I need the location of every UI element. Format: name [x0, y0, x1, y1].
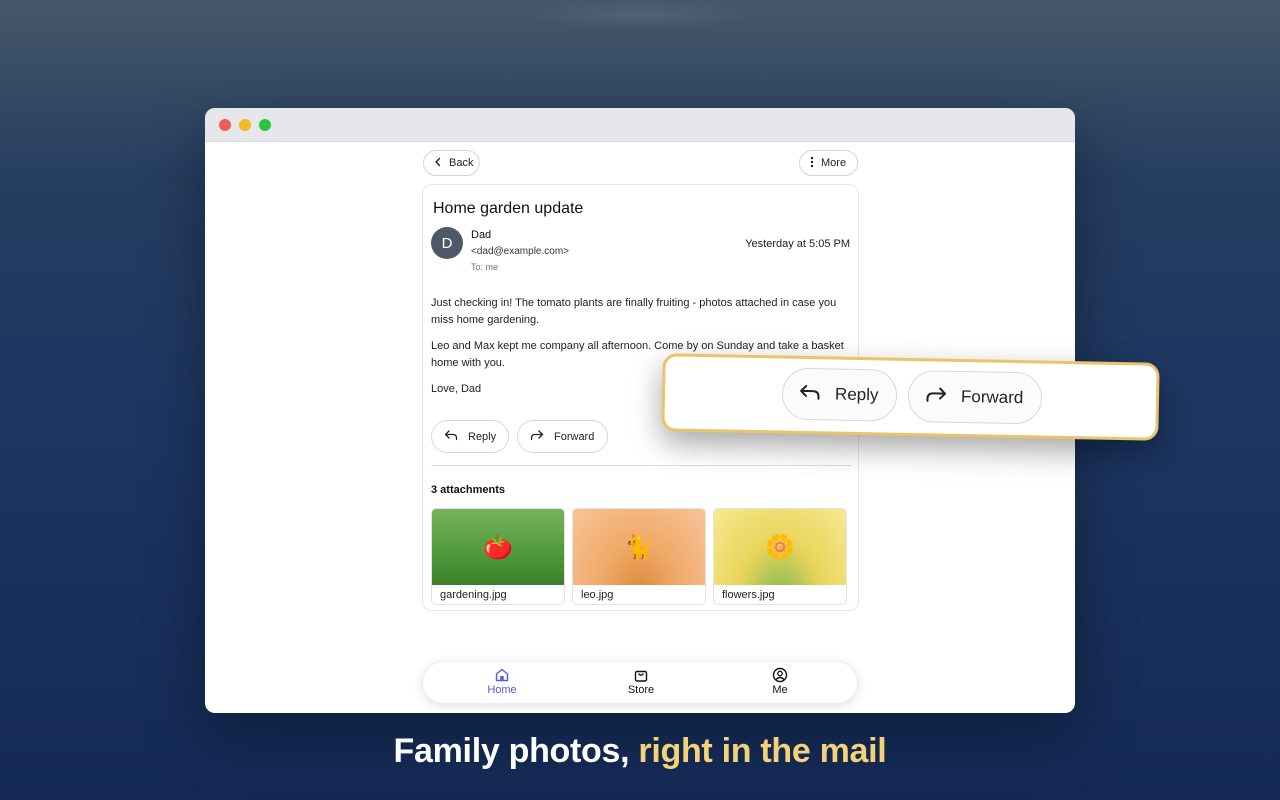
chevron-left-icon	[433, 157, 443, 170]
callout-forward-label: Forward	[960, 386, 1024, 408]
tab-me[interactable]: Me	[740, 666, 820, 696]
user-circle-icon	[772, 666, 788, 684]
back-button[interactable]: Back	[423, 150, 480, 176]
home-icon	[494, 666, 510, 684]
reply-arrow-icon	[799, 382, 821, 405]
title-bar	[205, 108, 1075, 142]
sender-name: Dad	[471, 229, 492, 241]
bottom-tab-bar: Home Store Me	[422, 661, 858, 704]
email-subject: Home garden update	[433, 200, 584, 217]
tab-label: Store	[627, 684, 655, 696]
callout-reply-button[interactable]: Reply	[781, 367, 898, 422]
zoom-window-button[interactable]	[259, 119, 271, 131]
caption-text: Family photos,	[393, 732, 639, 770]
reply-arrow-icon	[444, 429, 458, 444]
more-button[interactable]: More	[799, 150, 858, 176]
background-glow	[520, 0, 760, 30]
shopping-bag-icon	[633, 666, 649, 684]
divider	[431, 465, 851, 466]
more-label: More	[821, 157, 847, 169]
attachment-filename: leo.jpg	[581, 589, 614, 601]
forward-button[interactable]: Forward	[517, 420, 608, 453]
tab-label: Me	[772, 684, 788, 696]
email-paragraph: Just checking in! The tomato plants are …	[431, 297, 837, 326]
caption-highlight: right in the mail	[638, 732, 887, 770]
reply-button[interactable]: Reply	[431, 420, 509, 453]
flower-photo-thumbnail: 🌼	[714, 509, 846, 585]
email-timestamp: Yesterday at 5:05 PM	[745, 238, 850, 250]
attachment-tile[interactable]: 🐈 leo.jpg	[572, 508, 706, 605]
forward-label: Forward	[554, 430, 595, 443]
cat-photo-thumbnail: 🐈	[573, 509, 705, 585]
close-window-button[interactable]	[219, 119, 231, 131]
zoomed-actions-callout: Reply Forward	[661, 353, 1160, 441]
tab-store[interactable]: Store	[601, 666, 681, 696]
callout-reply-label: Reply	[834, 384, 879, 405]
sender-email: <dad@example.com>	[471, 246, 569, 257]
tab-label: Home	[487, 684, 517, 696]
back-label: Back	[449, 157, 474, 169]
attachment-filename: flowers.jpg	[722, 589, 775, 601]
recipient-line: To: me	[471, 262, 499, 272]
marketing-caption: Family photos, right in the mail	[0, 732, 1280, 771]
minimize-window-button[interactable]	[239, 119, 251, 131]
attachments-title: 3 attachments	[431, 484, 505, 496]
forward-arrow-icon	[530, 429, 544, 444]
attachment-filename: gardening.jpg	[440, 589, 507, 601]
attachment-tile[interactable]: 🍅 gardening.jpg	[431, 508, 565, 605]
vertical-dots-icon	[809, 156, 815, 171]
tab-home[interactable]: Home	[462, 666, 542, 696]
attachment-tile[interactable]: 🌼 flowers.jpg	[713, 508, 847, 605]
avatar: D	[431, 227, 463, 259]
tomato-photo-thumbnail: 🍅	[432, 509, 564, 585]
callout-forward-button[interactable]: Forward	[907, 369, 1043, 425]
reply-label: Reply	[468, 430, 497, 443]
forward-arrow-icon	[925, 385, 947, 408]
